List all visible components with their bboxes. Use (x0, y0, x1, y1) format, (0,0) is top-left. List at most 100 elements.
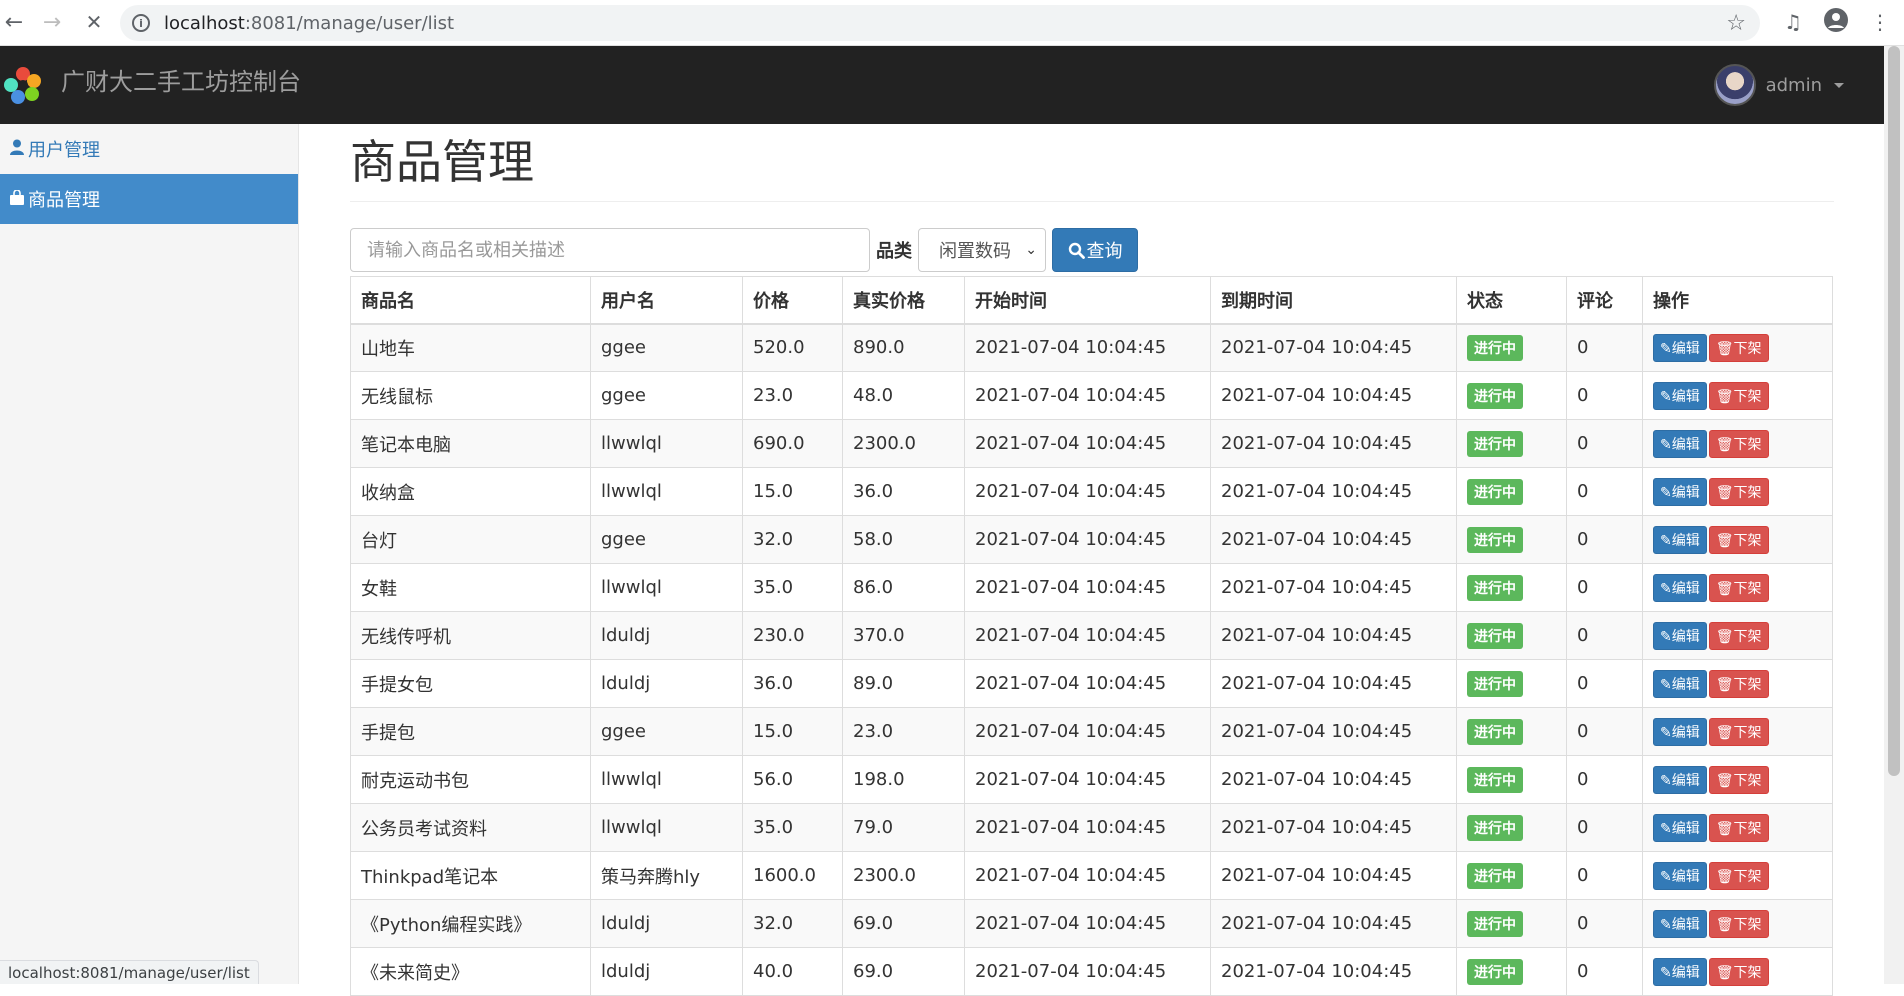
stop-loading-icon[interactable]: ✕ (80, 8, 108, 36)
comments-cell: 0 (1567, 468, 1643, 516)
real-price-cell: 23.0 (843, 708, 965, 756)
sidebar-item-label: 用户管理 (28, 136, 100, 162)
status-cell: 进行中 (1457, 804, 1567, 852)
user-menu[interactable]: admin (1714, 64, 1844, 106)
product-name-cell: 手提包 (351, 708, 591, 756)
end-time-cell: 2021-07-04 10:04:45 (1211, 372, 1457, 420)
offshelf-button-label: 下架 (1734, 341, 1762, 357)
offshelf-button[interactable]: 🗑下架 (1709, 814, 1769, 842)
status-badge: 进行中 (1467, 623, 1523, 649)
edit-icon: ✎ (1660, 869, 1672, 885)
edit-button[interactable]: ✎编辑 (1653, 622, 1707, 650)
edit-button[interactable]: ✎编辑 (1653, 910, 1707, 938)
offshelf-button[interactable]: 🗑下架 (1709, 526, 1769, 554)
edit-button[interactable]: ✎编辑 (1653, 526, 1707, 554)
username[interactable]: admin (1766, 75, 1822, 96)
forward-arrow-icon[interactable]: → (38, 8, 66, 36)
status-cell: 进行中 (1457, 948, 1567, 996)
offshelf-button[interactable]: 🗑下架 (1709, 862, 1769, 890)
trash-icon: 🗑 (1716, 917, 1734, 933)
start-time-cell: 2021-07-04 10:04:45 (965, 324, 1211, 372)
site-info-icon[interactable]: i (132, 14, 150, 32)
column-header[interactable]: 用户名 (591, 277, 743, 324)
offshelf-button[interactable]: 🗑下架 (1709, 670, 1769, 698)
address-bar[interactable]: i localhost:8081/manage/user/list ☆ (120, 5, 1760, 41)
comments-cell: 0 (1567, 372, 1643, 420)
offshelf-button[interactable]: 🗑下架 (1709, 622, 1769, 650)
column-header[interactable]: 评论 (1567, 277, 1643, 324)
media-control-icon[interactable]: ♫ (1784, 10, 1802, 34)
start-time-cell: 2021-07-04 10:04:45 (965, 372, 1211, 420)
trash-icon: 🗑 (1716, 581, 1734, 597)
sidebar-item-user-management[interactable]: 用户管理 (0, 124, 298, 174)
column-header[interactable]: 开始时间 (965, 277, 1211, 324)
start-time-cell: 2021-07-04 10:04:45 (965, 660, 1211, 708)
status-cell: 进行中 (1457, 612, 1567, 660)
offshelf-button[interactable]: 🗑下架 (1709, 382, 1769, 410)
username-cell: llwwlql (591, 420, 743, 468)
comments-cell: 0 (1567, 612, 1643, 660)
start-time-cell: 2021-07-04 10:04:45 (965, 852, 1211, 900)
chevron-down-icon[interactable] (1834, 83, 1844, 88)
column-header[interactable]: 价格 (743, 277, 843, 324)
edit-button[interactable]: ✎编辑 (1653, 334, 1707, 362)
real-price-cell: 48.0 (843, 372, 965, 420)
category-select[interactable]: 闲置数码 ⌄ (918, 228, 1046, 272)
status-cell: 进行中 (1457, 468, 1567, 516)
profile-icon[interactable] (1824, 8, 1848, 37)
sidebar-item-product-management[interactable]: 商品管理 (0, 174, 298, 224)
product-name-cell: 台灯 (351, 516, 591, 564)
column-header[interactable]: 商品名 (351, 277, 591, 324)
offshelf-button-label: 下架 (1734, 485, 1762, 501)
search-input[interactable] (350, 228, 870, 272)
column-header[interactable]: 真实价格 (843, 277, 965, 324)
edit-button[interactable]: ✎编辑 (1653, 814, 1707, 842)
trash-icon: 🗑 (1716, 965, 1734, 981)
real-price-cell: 69.0 (843, 900, 965, 948)
offshelf-button[interactable]: 🗑下架 (1709, 478, 1769, 506)
edit-button[interactable]: ✎编辑 (1653, 766, 1707, 794)
edit-button-label: 编辑 (1672, 341, 1700, 357)
offshelf-button[interactable]: 🗑下架 (1709, 910, 1769, 938)
trash-icon: 🗑 (1716, 533, 1734, 549)
offshelf-button-label: 下架 (1734, 965, 1762, 981)
column-header[interactable]: 到期时间 (1211, 277, 1457, 324)
status-cell: 进行中 (1457, 756, 1567, 804)
column-header[interactable]: 操作 (1643, 277, 1833, 324)
offshelf-button[interactable]: 🗑下架 (1709, 766, 1769, 794)
offshelf-button[interactable]: 🗑下架 (1709, 430, 1769, 458)
bookmark-star-icon[interactable]: ☆ (1726, 11, 1746, 36)
offshelf-button[interactable]: 🗑下架 (1709, 718, 1769, 746)
table-row: 台灯ggee32.058.02021-07-04 10:04:452021-07… (351, 516, 1833, 564)
comments-cell: 0 (1567, 420, 1643, 468)
edit-button[interactable]: ✎编辑 (1653, 382, 1707, 410)
avatar[interactable] (1714, 64, 1756, 106)
offshelf-button[interactable]: 🗑下架 (1709, 334, 1769, 362)
offshelf-button[interactable]: 🗑下架 (1709, 958, 1769, 986)
edit-button[interactable]: ✎编辑 (1653, 862, 1707, 890)
page-scrollbar[interactable] (1884, 46, 1904, 984)
end-time-cell: 2021-07-04 10:04:45 (1211, 708, 1457, 756)
username-cell: llwwlql (591, 756, 743, 804)
column-header[interactable]: 状态 (1457, 277, 1567, 324)
end-time-cell: 2021-07-04 10:04:45 (1211, 324, 1457, 372)
edit-button[interactable]: ✎编辑 (1653, 430, 1707, 458)
edit-button[interactable]: ✎编辑 (1653, 958, 1707, 986)
status-badge: 进行中 (1467, 383, 1523, 409)
edit-button[interactable]: ✎编辑 (1653, 718, 1707, 746)
offshelf-button[interactable]: 🗑下架 (1709, 574, 1769, 602)
edit-icon: ✎ (1660, 629, 1672, 645)
edit-button-label: 编辑 (1672, 437, 1700, 453)
status-badge: 进行中 (1467, 431, 1523, 457)
edit-button[interactable]: ✎编辑 (1653, 670, 1707, 698)
edit-button[interactable]: ✎编辑 (1653, 478, 1707, 506)
browser-menu-icon[interactable]: ⋮ (1870, 10, 1890, 34)
query-button[interactable]: 查询 (1052, 228, 1138, 272)
app-brand[interactable]: 广财大二手工坊控制台 (61, 62, 301, 97)
status-badge: 进行中 (1467, 719, 1523, 745)
actions-cell: ✎编辑🗑下架 (1643, 516, 1833, 564)
scrollbar-thumb[interactable] (1888, 46, 1900, 776)
app-logo-icon[interactable] (2, 64, 44, 106)
edit-button[interactable]: ✎编辑 (1653, 574, 1707, 602)
back-arrow-icon[interactable]: ← (0, 8, 28, 36)
